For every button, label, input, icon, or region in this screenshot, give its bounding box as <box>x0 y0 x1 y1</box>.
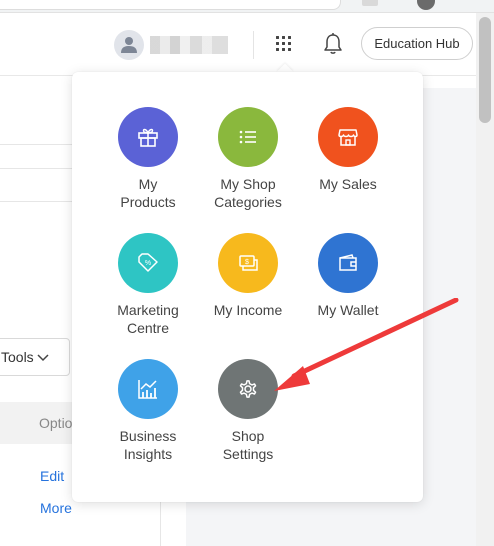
app-icon-circle <box>218 359 278 419</box>
annotation-arrow <box>274 298 459 391</box>
price-tag-icon: % <box>138 253 158 272</box>
app-icon-circle <box>318 233 378 293</box>
browser-profile-icon[interactable] <box>417 0 435 10</box>
app-my-sales[interactable]: My Sales <box>298 107 398 193</box>
more-link[interactable]: More <box>40 500 72 516</box>
address-bar[interactable] <box>0 0 341 10</box>
user-icon <box>121 37 137 53</box>
money-icon: $ <box>239 255 258 271</box>
apps-menu-popup: My Products My Shop Categories My Sales <box>72 72 423 502</box>
tools-dropdown[interactable]: Tools <box>0 338 70 376</box>
wallet-icon <box>339 254 357 271</box>
notifications-button[interactable] <box>322 32 344 56</box>
top-navigation-bar: Education Hub <box>0 13 476 76</box>
edit-link[interactable]: Edit <box>40 468 64 484</box>
bar-chart-icon <box>138 380 157 399</box>
app-label: Marketing Centre <box>117 302 179 336</box>
gear-icon <box>239 380 257 398</box>
app-icon-circle <box>118 359 178 419</box>
app-label: Business Insights <box>119 428 177 462</box>
page-scrollbar[interactable] <box>476 13 494 546</box>
education-hub-button[interactable]: Education Hub <box>361 27 473 60</box>
app-marketing-centre[interactable]: % Marketing Centre <box>98 233 198 337</box>
app-my-shop-categories[interactable]: My Shop Categories <box>198 107 298 211</box>
svg-text:$: $ <box>245 259 249 266</box>
extension-icon[interactable] <box>362 0 378 6</box>
apps-grid-button[interactable] <box>272 31 298 57</box>
app-icon-circle <box>218 107 278 167</box>
app-business-insights[interactable]: Business Insights <box>98 359 198 463</box>
user-avatar[interactable] <box>114 30 144 60</box>
options-column-header: Optio <box>39 415 73 431</box>
app-icon-circle: $ <box>218 233 278 293</box>
app-my-products[interactable]: My Products <box>98 107 198 211</box>
app-icon-circle <box>318 107 378 167</box>
app-label: My Shop Categories <box>214 176 282 210</box>
browser-toolbar <box>0 0 494 13</box>
svg-text:%: % <box>145 260 151 267</box>
scrollbar-thumb[interactable] <box>479 17 491 123</box>
app-label: Shop Settings <box>222 428 274 462</box>
chevron-down-icon <box>37 354 49 362</box>
app-icon-circle: % <box>118 233 178 293</box>
app-icon-circle <box>118 107 178 167</box>
app-label: My Sales <box>319 176 377 192</box>
list-icon <box>239 130 256 144</box>
storefront-icon <box>338 129 358 146</box>
bell-icon <box>324 33 342 54</box>
gift-box-icon <box>138 128 158 147</box>
divider <box>253 31 254 59</box>
app-label: My Products <box>120 176 176 210</box>
username-redacted <box>150 36 228 54</box>
tools-dropdown-label: Tools <box>1 349 34 365</box>
